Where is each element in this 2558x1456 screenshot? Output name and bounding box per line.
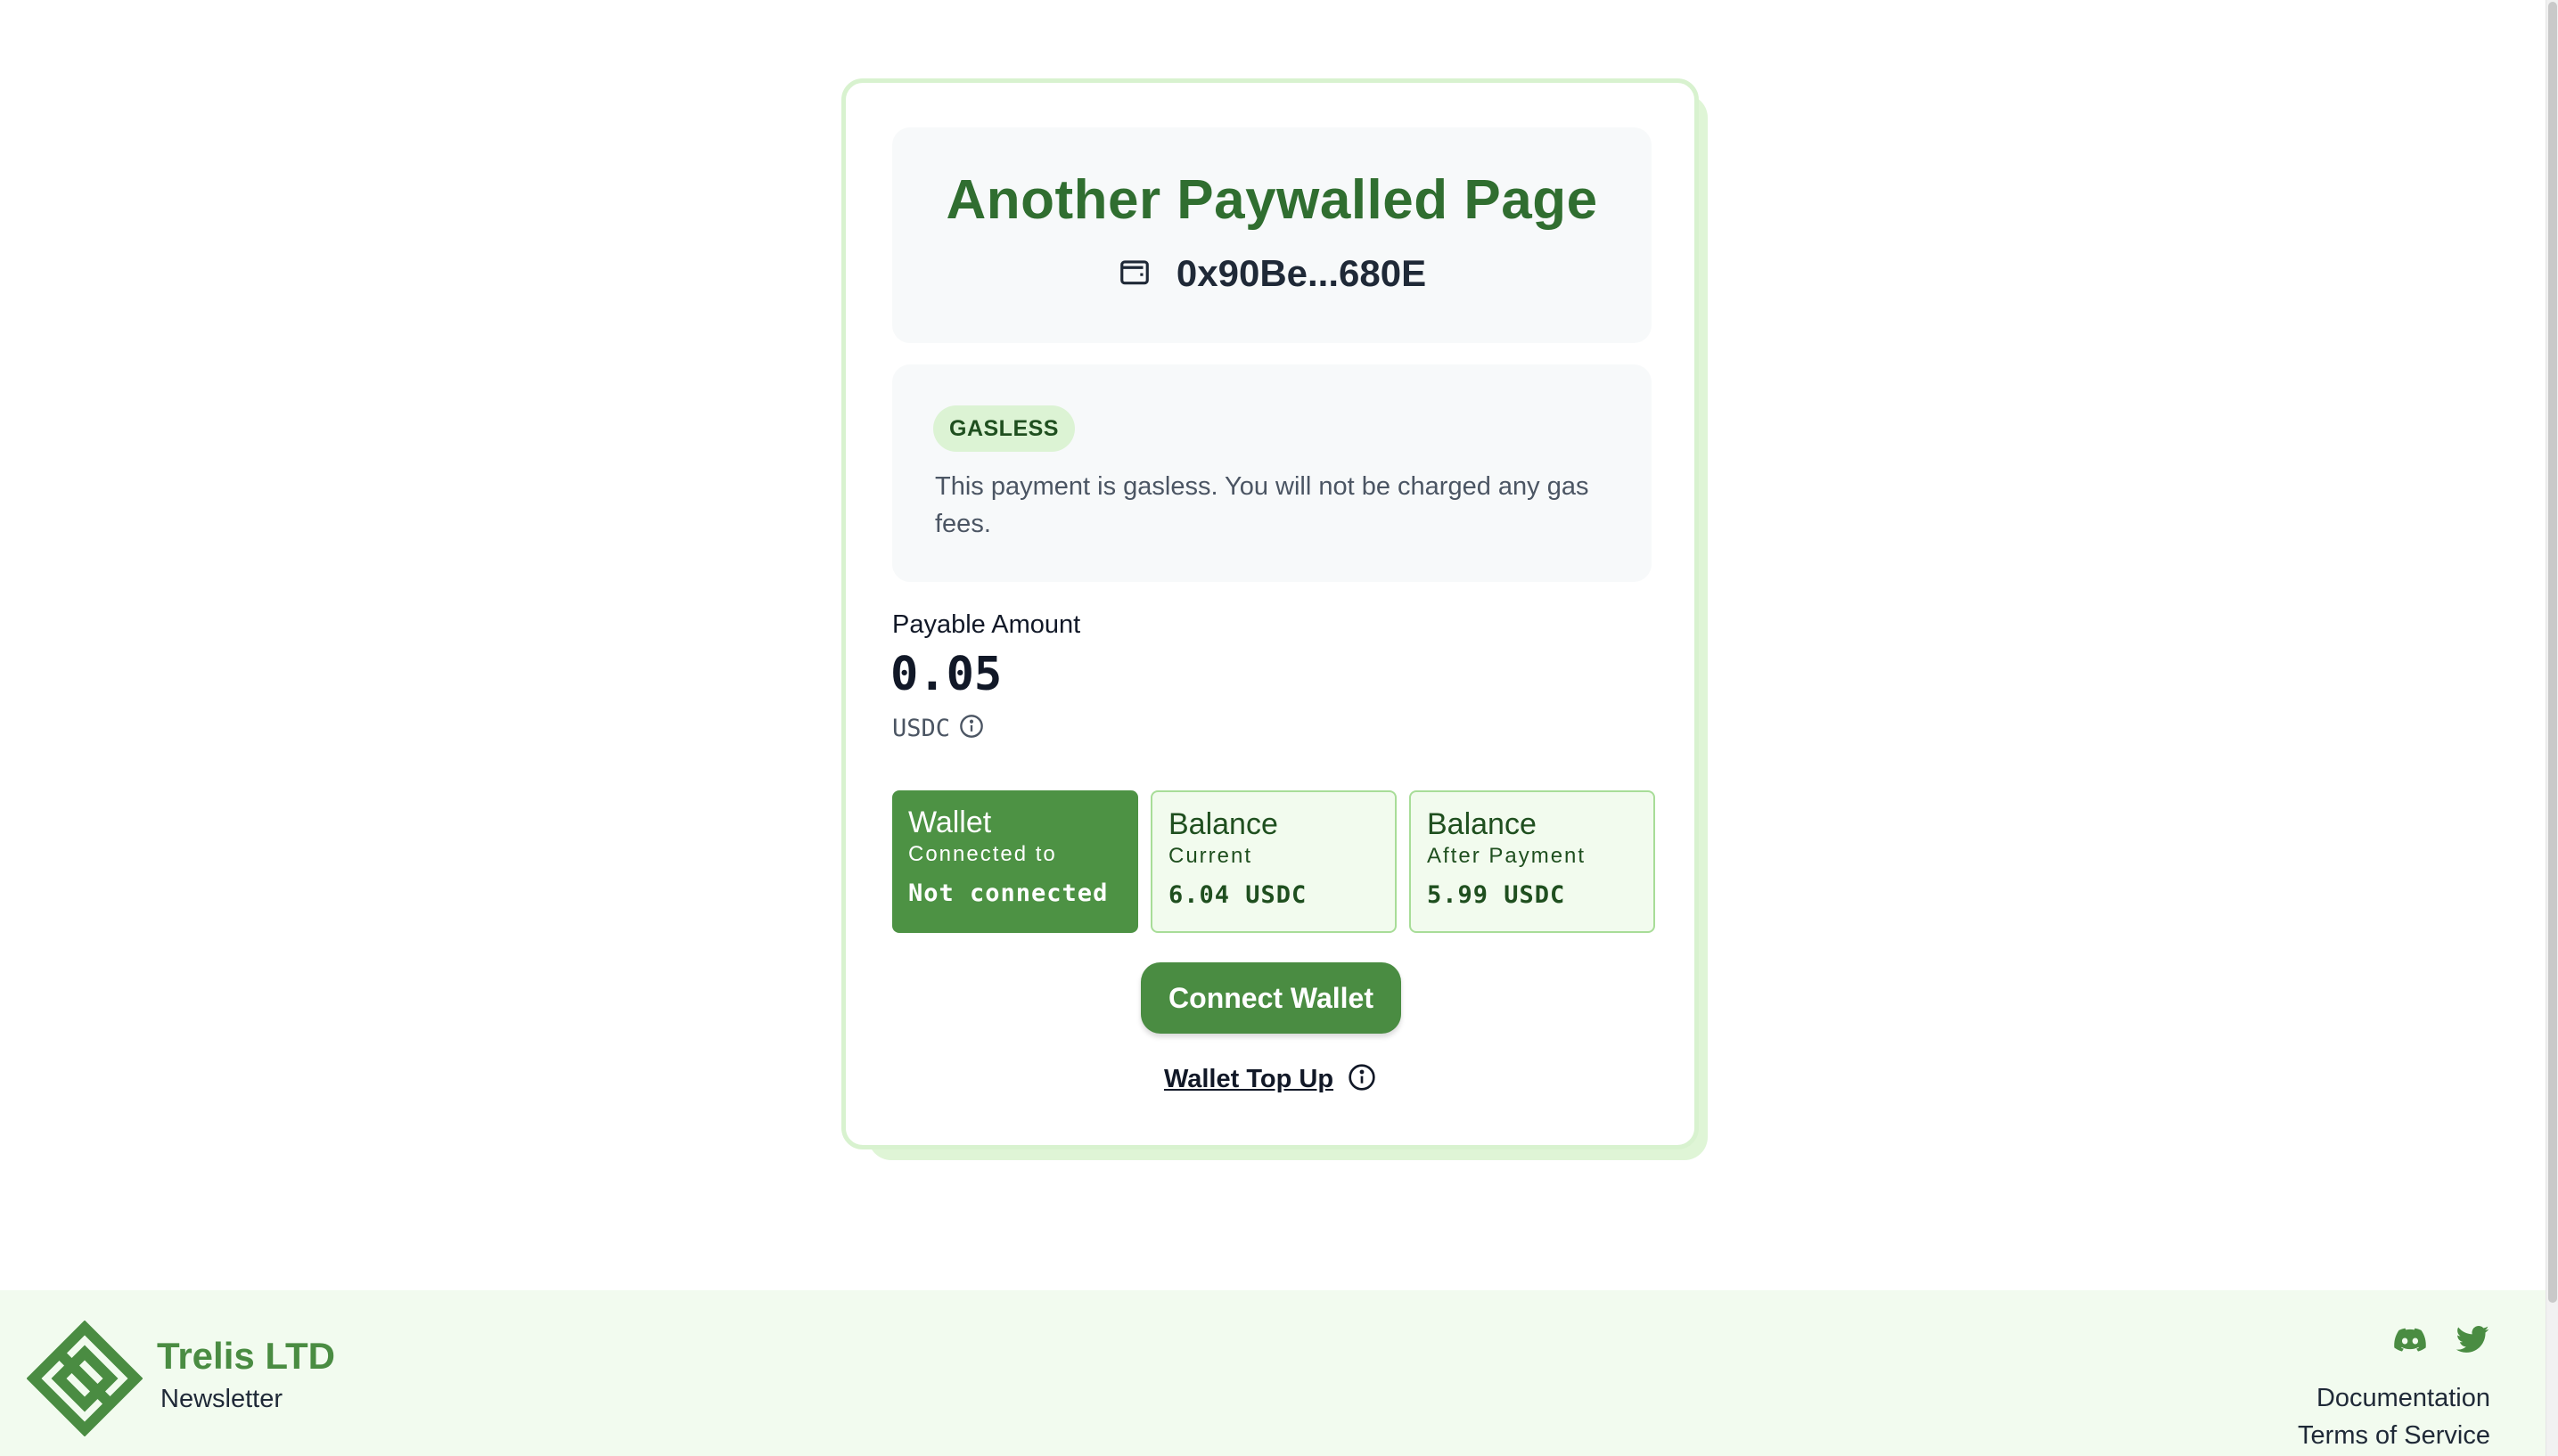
terms-of-service-link[interactable]: Terms of Service xyxy=(2298,1417,2490,1454)
newsletter-link[interactable]: Newsletter xyxy=(160,1385,283,1414)
wallet-tile: Wallet Connected to Not connected xyxy=(892,790,1138,933)
wallet-top-up-link[interactable]: Wallet Top Up xyxy=(1164,1065,1333,1094)
scrollbar-thumb[interactable] xyxy=(2548,2,2557,1303)
status-tiles: Wallet Connected to Not connected Balanc… xyxy=(892,790,1655,933)
tile-value: Not connected xyxy=(908,879,1109,907)
scrollbar[interactable] xyxy=(2546,0,2558,1456)
current-balance-tile: Balance Current 6.04 USDC xyxy=(1151,790,1397,933)
footer-links: Documentation Terms of Service xyxy=(2298,1379,2490,1454)
brand-name[interactable]: Trelis LTD xyxy=(157,1335,335,1378)
payable-amount-label: Payable Amount xyxy=(892,610,1081,639)
address-row: 0x90Be...680E xyxy=(892,252,1652,295)
after-payment-balance-tile: Balance After Payment 5.99 USDC xyxy=(1409,790,1655,933)
page-title: Another Paywalled Page xyxy=(946,169,1598,231)
currency-row: USDC xyxy=(892,714,984,743)
card-header: Another Paywalled Page 0x90Be...680E xyxy=(892,127,1652,343)
tile-value: 6.04 USDC xyxy=(1168,881,1308,909)
trelis-logo-icon[interactable] xyxy=(26,1320,143,1437)
payment-card: Another Paywalled Page 0x90Be...680E GAS… xyxy=(841,78,1699,1149)
gasless-badge: GASLESS xyxy=(933,405,1075,452)
connect-wallet-button[interactable]: Connect Wallet xyxy=(1141,962,1401,1034)
tile-subtitle: After Payment xyxy=(1427,844,1586,868)
gasless-text: This payment is gasless. You will not be… xyxy=(935,472,1589,538)
info-icon[interactable] xyxy=(959,714,984,743)
gasless-notice: GASLESS This payment is gasless. You wil… xyxy=(892,364,1652,582)
tile-title: Balance xyxy=(1168,807,1278,841)
page: Another Paywalled Page 0x90Be...680E GAS… xyxy=(0,0,2546,1456)
discord-icon[interactable] xyxy=(2392,1322,2428,1362)
documentation-link[interactable]: Documentation xyxy=(2298,1379,2490,1417)
wallet-icon xyxy=(1118,255,1152,293)
currency-label: USDC xyxy=(892,715,951,742)
tile-subtitle: Current xyxy=(1168,844,1253,868)
payable-amount-value: 0.05 xyxy=(890,648,1003,701)
tile-value: 5.99 USDC xyxy=(1427,881,1566,909)
footer: Trelis LTD Newsletter Documentation Term… xyxy=(0,1290,2546,1456)
tile-title: Balance xyxy=(1427,807,1537,841)
info-icon[interactable] xyxy=(1348,1063,1376,1096)
wallet-top-up-row: Wallet Top Up xyxy=(846,1063,1694,1096)
social-links xyxy=(2392,1322,2490,1362)
wallet-address: 0x90Be...680E xyxy=(1176,252,1427,294)
twitter-icon[interactable] xyxy=(2455,1322,2490,1362)
tile-title: Wallet xyxy=(908,806,992,839)
tile-subtitle: Connected to xyxy=(908,842,1057,866)
